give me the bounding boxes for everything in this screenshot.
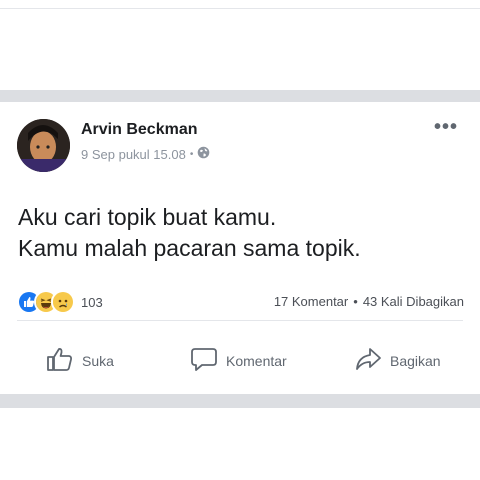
- feed-separator-top: [0, 90, 480, 102]
- action-bar: Suka Komentar Bagikan: [0, 346, 480, 378]
- reaction-count[interactable]: 103: [81, 295, 103, 310]
- like-button[interactable]: Suka: [46, 346, 114, 375]
- comment-button[interactable]: Komentar: [190, 346, 287, 375]
- thumbs-up-icon: [46, 346, 74, 375]
- feed-separator-bottom: [0, 394, 480, 408]
- avatar[interactable]: [17, 119, 70, 172]
- post-stats: 17 Komentar • 43 Kali Dibagikan: [274, 294, 464, 309]
- share-button[interactable]: Bagikan: [354, 346, 441, 375]
- share-count-link[interactable]: 43 Kali Dibagikan: [363, 294, 464, 309]
- share-label: Bagikan: [390, 352, 441, 369]
- more-options-button[interactable]: •••: [434, 116, 458, 139]
- post-text-line: Aku cari topik buat kamu.: [18, 204, 277, 230]
- comment-count-link[interactable]: 17 Komentar: [274, 294, 348, 309]
- sad-reaction-icon: [51, 290, 75, 314]
- actions-divider: [17, 320, 463, 321]
- meta-separator: •: [189, 148, 194, 160]
- post-text-line: Kamu malah pacaran sama topik.: [18, 235, 361, 261]
- comment-bubble-icon: [190, 346, 218, 375]
- reactions-summary[interactable]: 103: [17, 290, 103, 314]
- stats-separator: •: [353, 294, 358, 309]
- top-divider: [0, 8, 480, 9]
- like-label: Suka: [82, 352, 114, 369]
- author-name[interactable]: Arvin Beckman: [81, 121, 198, 139]
- post-timestamp[interactable]: 9 Sep pukul 15.08: [81, 147, 186, 162]
- post-card: Arvin Beckman 9 Sep pukul 15.08 • ••• Ak…: [0, 102, 480, 394]
- share-arrow-icon: [354, 346, 382, 375]
- comment-label: Komentar: [226, 352, 287, 369]
- globe-icon: [197, 146, 210, 162]
- post-meta: 9 Sep pukul 15.08 •: [81, 146, 210, 162]
- post-text: Aku cari topik buat kamu. Kamu malah pac…: [18, 202, 361, 264]
